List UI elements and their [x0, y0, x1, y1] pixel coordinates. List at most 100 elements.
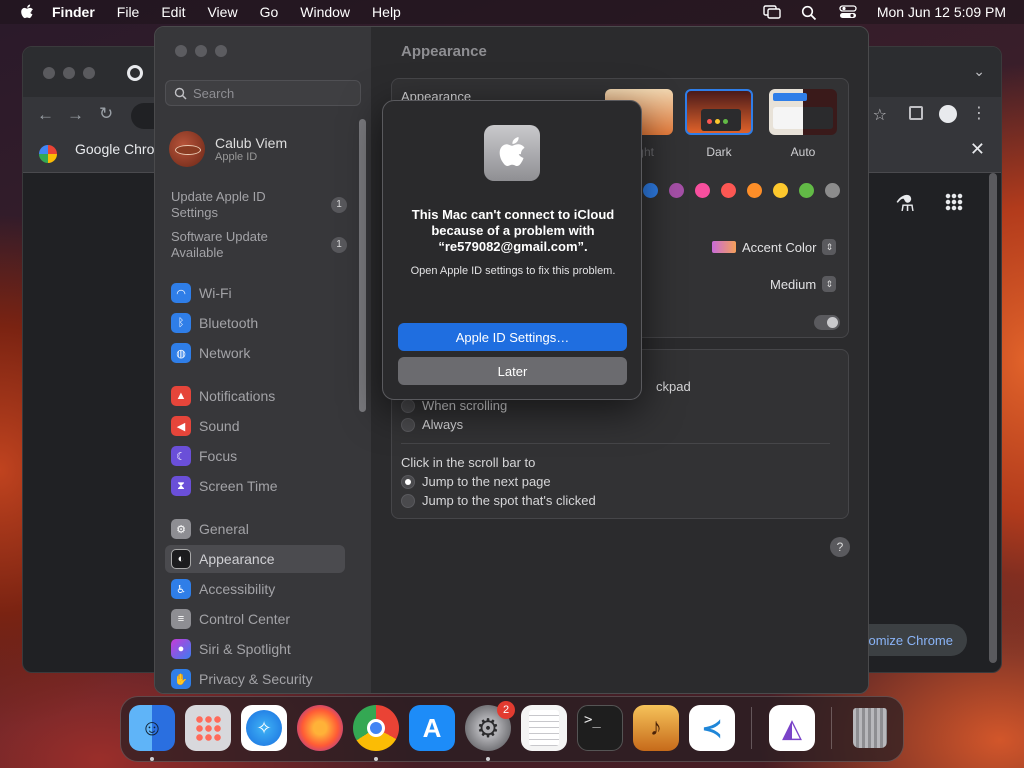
- chrome-minimize-light[interactable]: [63, 67, 75, 79]
- menu-clock[interactable]: Mon Jun 12 5:09 PM: [877, 4, 1006, 20]
- theme-dark-label: Dark: [706, 145, 732, 159]
- accent-yellow-swatch[interactable]: [773, 183, 788, 198]
- sidebar-item-notifications[interactable]: ▲ Notifications: [165, 382, 345, 410]
- menu-help[interactable]: Help: [372, 4, 401, 20]
- chrome-close-light[interactable]: [43, 67, 55, 79]
- sidebar-item-sound[interactable]: ◀ Sound: [165, 412, 345, 440]
- settings-close-light[interactable]: [175, 45, 187, 57]
- settings-sidebar: Search Calub Viem Apple ID Update Apple …: [155, 27, 371, 693]
- side-panel-icon[interactable]: [909, 106, 923, 120]
- sidebar-item-accessibility[interactable]: ♿ Accessibility: [165, 575, 345, 603]
- sidebar-item-network[interactable]: ◍ Network: [165, 339, 345, 367]
- sidebar-item-control-center[interactable]: ≡ Control Center: [165, 605, 345, 633]
- sidebar-item-label: Focus: [199, 448, 238, 464]
- help-button[interactable]: ?: [830, 537, 850, 557]
- visual-studio-icon[interactable]: ◭: [769, 705, 815, 751]
- siri-icon: ●: [171, 639, 191, 659]
- settings-search-field[interactable]: Search: [165, 80, 361, 106]
- garageband-icon[interactable]: ♪: [633, 705, 679, 751]
- apple-menu-icon[interactable]: [16, 0, 38, 24]
- speaker-icon: ◀: [171, 416, 191, 436]
- sidebar-item-label: Appearance: [199, 551, 275, 567]
- profile-icon[interactable]: [939, 105, 957, 123]
- sidebar-scrollbar[interactable]: [359, 119, 366, 412]
- sidebar-item-screen-time[interactable]: ⧗ Screen Time: [165, 472, 345, 500]
- alert-title: This Mac can't connect to iCloud because…: [411, 207, 615, 254]
- apps-grid-icon[interactable]: [945, 193, 963, 211]
- settings-minimize-light[interactable]: [195, 45, 207, 57]
- menu-window[interactable]: Window: [300, 4, 350, 20]
- sidebar-item-bluetooth[interactable]: ᛒ Bluetooth: [165, 309, 345, 337]
- sidebar-item-label: Notifications: [199, 388, 276, 404]
- apple-id-account[interactable]: Calub Viem Apple ID: [169, 129, 349, 169]
- menu-app-name[interactable]: Finder: [52, 4, 95, 20]
- vscode-icon[interactable]: ≺: [689, 705, 735, 751]
- later-button[interactable]: Later: [398, 357, 627, 385]
- sidebar-item-label: Accessibility: [199, 581, 276, 597]
- screen-mirroring-icon[interactable]: [763, 5, 781, 19]
- radio-jump-next-page[interactable]: Jump to the next page: [401, 474, 551, 489]
- sidebar-item-siri-spotlight[interactable]: ● Siri & Spotlight: [165, 635, 345, 663]
- back-icon[interactable]: ←: [37, 105, 54, 125]
- accent-green-swatch[interactable]: [799, 183, 814, 198]
- sidebar-item-appearance[interactable]: ◐ Appearance: [165, 545, 345, 573]
- sidebar-item-general[interactable]: ⚙ General: [165, 515, 345, 543]
- trash-icon[interactable]: [847, 705, 893, 751]
- launchpad-icon[interactable]: [185, 705, 231, 751]
- sidebar-icon-size-popup[interactable]: Medium ⇕: [770, 276, 837, 292]
- settings-zoom-light[interactable]: [215, 45, 227, 57]
- chrome-tab-search-icon[interactable]: ⌄: [973, 63, 985, 80]
- sidebar-item-label: Sound: [199, 418, 240, 434]
- chrome-tab-favicon[interactable]: [127, 65, 143, 81]
- terminal-icon[interactable]: >_: [577, 705, 623, 751]
- finder-icon[interactable]: ☺: [129, 705, 175, 751]
- theme-auto-thumbnail[interactable]: [769, 89, 837, 135]
- labs-flask-icon[interactable]: ⚗: [895, 191, 915, 217]
- page-title: Appearance: [401, 43, 487, 60]
- bookmark-star-icon[interactable]: ☆: [873, 105, 887, 125]
- highlight-color-popup[interactable]: Accent Color ⇕: [712, 239, 837, 255]
- chrome-scrollbar[interactable]: [989, 173, 997, 663]
- forward-icon[interactable]: →: [67, 105, 84, 125]
- chrome-menu-icon[interactable]: ⋮: [971, 103, 987, 123]
- accent-purple-swatch[interactable]: [669, 183, 684, 198]
- menu-go[interactable]: Go: [260, 4, 279, 20]
- accent-orange-swatch[interactable]: [747, 183, 762, 198]
- control-center-icon: ≡: [171, 609, 191, 629]
- sidebar-item-focus[interactable]: ☾ Focus: [165, 442, 345, 470]
- spotlight-search-icon[interactable]: [801, 5, 819, 21]
- chrome-zoom-light[interactable]: [83, 67, 95, 79]
- apple-logo-icon: [484, 125, 540, 181]
- menu-edit[interactable]: Edit: [161, 4, 185, 20]
- accent-pink-swatch[interactable]: [695, 183, 710, 198]
- app-store-icon[interactable]: A: [409, 705, 455, 751]
- software-update-notice[interactable]: Software Update Available 1: [171, 229, 351, 261]
- wallpaper-tinting-toggle[interactable]: [814, 315, 840, 330]
- sidebar-item-label: Wi-Fi: [199, 285, 232, 301]
- radio-jump-spot-clicked[interactable]: Jump to the spot that's clicked: [401, 493, 596, 508]
- chrome-omnibox[interactable]: [131, 103, 155, 129]
- radio-when-scrolling[interactable]: When scrolling: [401, 398, 507, 413]
- theme-dark-thumbnail[interactable]: [685, 89, 753, 135]
- accent-graphite-swatch[interactable]: [825, 183, 840, 198]
- sidebar-item-privacy-security[interactable]: ✋ Privacy & Security: [165, 665, 345, 693]
- system-settings-badge: 2: [497, 701, 515, 719]
- accent-red-swatch[interactable]: [721, 183, 736, 198]
- accent-blue-swatch[interactable]: [643, 183, 658, 198]
- reload-icon[interactable]: ↻: [99, 104, 113, 124]
- sidebar-item-wifi[interactable]: ◠ Wi-Fi: [165, 279, 345, 307]
- firefox-icon[interactable]: [297, 705, 343, 751]
- textedit-icon[interactable]: [521, 705, 567, 751]
- menu-file[interactable]: File: [117, 4, 140, 20]
- safari-icon[interactable]: ✧: [241, 705, 287, 751]
- radio-always[interactable]: Always: [401, 417, 463, 432]
- control-center-menubar-icon[interactable]: [839, 5, 857, 19]
- dock-separator: [831, 707, 832, 749]
- apple-id-settings-button[interactable]: Apple ID Settings…: [398, 323, 627, 351]
- update-apple-id-notice[interactable]: Update Apple ID Settings 1: [171, 189, 351, 221]
- menu-view[interactable]: View: [207, 4, 237, 20]
- notice-badge: 1: [331, 237, 347, 253]
- chrome-icon[interactable]: [353, 705, 399, 751]
- close-icon[interactable]: ✕: [970, 139, 985, 160]
- click-scroll-label: Click in the scroll bar to: [401, 455, 536, 470]
